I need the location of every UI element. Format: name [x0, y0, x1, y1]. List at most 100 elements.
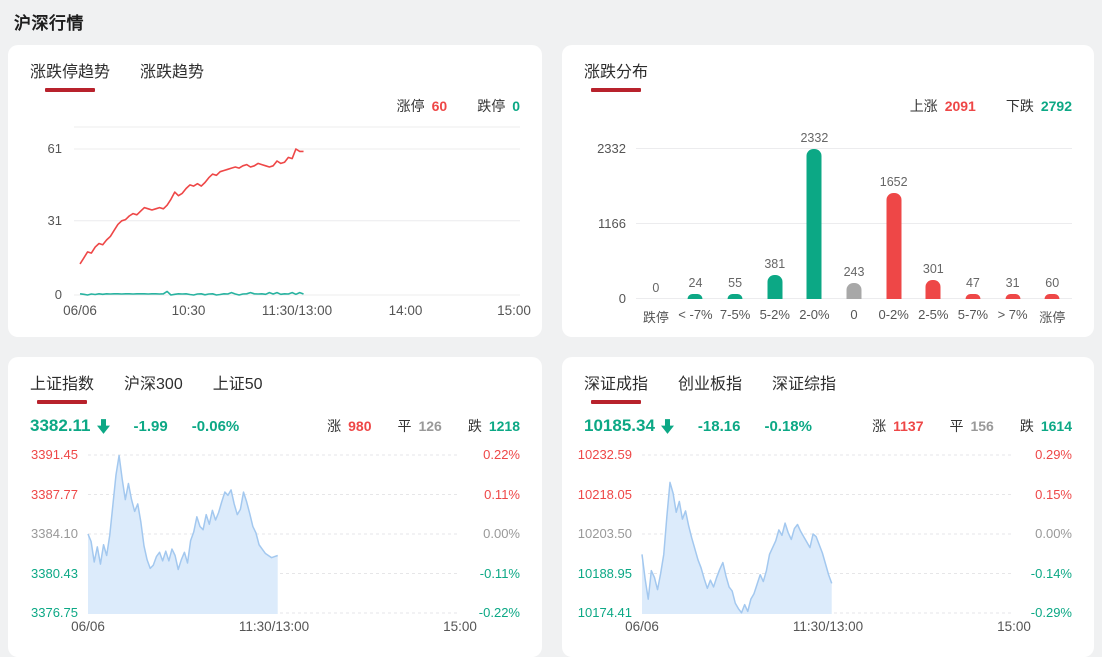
szse-breadth-stats: 涨 1137 平 156 跌 1614	[872, 416, 1072, 436]
distribution-x-axis-labels: 跌停 < -7% 7-5% 5-2% 2-0% 0 0-2% 2-5% 5-7% > 7% 涨停	[636, 307, 1072, 326]
sse-intraday-chart[interactable]: 3391.45 3387.77 3384.10 3380.43 3376.75 0.22…	[30, 447, 520, 644]
stat-跌停: 跌停 0	[477, 96, 520, 116]
szse-index-value: 10185.34	[584, 416, 655, 435]
stat-涨: 涨 980	[327, 416, 371, 436]
bar-column-5-7%: 47	[953, 129, 993, 299]
bar-column-< -7%: 24	[676, 129, 716, 299]
bar	[1005, 294, 1021, 299]
x-tick-label: 06/06	[625, 619, 659, 634]
bar	[727, 294, 743, 299]
stat-label: 下跌	[1005, 98, 1034, 114]
percent-tick-label: -0.22%	[478, 605, 520, 620]
percent-tick-label: 0.00%	[483, 526, 520, 541]
x-category-label: 0	[850, 307, 858, 322]
tab-上证50[interactable]: 上证50	[213, 370, 263, 404]
tab-label: 上证指数	[30, 376, 95, 393]
stat-value: 2792	[1040, 98, 1072, 114]
stat-label: 涨	[872, 418, 887, 434]
szse-area-chart[interactable]	[641, 454, 1014, 614]
bar-value-label: 2332	[800, 131, 829, 145]
stat-下跌: 下跌 2792	[1006, 96, 1072, 116]
x-tick-label: 06/06	[63, 303, 97, 318]
bar	[687, 294, 703, 299]
stat-label: 跌	[467, 418, 482, 434]
stat-value: 0	[512, 98, 520, 114]
y-tick-label: 0	[618, 291, 626, 306]
bar	[1044, 294, 1060, 299]
szse-price-axis-labels: 10232.59 10218.05 10203.50 10188.95 10174.41	[578, 447, 640, 620]
tab-涨跌停趋势[interactable]: 涨跌停趋势	[30, 58, 110, 92]
x-tick-label: 15:00	[497, 303, 531, 318]
bar-column-跌停: 0	[636, 129, 676, 299]
sse-index-change: -1.99	[133, 417, 168, 435]
tab-上证指数[interactable]: 上证指数	[30, 370, 94, 404]
distribution-bars[interactable]: 0 24 55 381 2332 243 1652 301 47 31 60	[636, 129, 1072, 299]
bar-column-0-2%: 1652	[874, 129, 914, 299]
tab-label: 沪深300	[124, 376, 183, 393]
bar-value-label: 1652	[879, 174, 908, 189]
tab-深证成指[interactable]: 深证成指	[584, 370, 648, 404]
x-category-label: < -7%	[678, 307, 713, 322]
x-category-label: 涨停	[1039, 310, 1066, 325]
szse-plot-area[interactable]	[641, 454, 1014, 614]
x-tick-label: 11:30/13:00	[238, 619, 310, 634]
bar-value-label: 55	[728, 276, 743, 290]
stat-label: 平	[397, 418, 412, 434]
bar	[925, 279, 941, 299]
stat-value: 1137	[893, 418, 924, 434]
bar	[806, 149, 822, 299]
limit-trend-chart[interactable]: 61 31 0 06/06 10:30 11:30/13:00 14:00 15:00	[30, 125, 531, 325]
bar	[886, 192, 902, 299]
bar-columns: 0 24 55 381 2332 243 1652 301 47 31 60	[636, 129, 1072, 299]
percent-tick-label: -0.14%	[1030, 565, 1072, 581]
down-arrow-icon	[96, 418, 110, 434]
sse-price-axis-labels: 3391.45 3387.77 3384.10 3380.43 3376.75	[30, 447, 86, 620]
distribution-plot-area[interactable]: 0 24 55 381 2332 243 1652 301 47 31 60 跌停 < -7% 7-5%…	[636, 129, 1072, 326]
panels-grid: 涨跌停趋势 涨跌趋势 涨停 60 跌停 0 61 31 0 06/06 10:30 11:30/…	[8, 45, 1094, 657]
sse-tabs: 上证指数 沪深300 上证50	[30, 370, 520, 404]
stat-value: 126	[418, 418, 442, 434]
szse-intraday-chart[interactable]: 10232.59 10218.05 10203.50 10188.95 10174.41…	[578, 447, 1072, 644]
trend-plot-area[interactable]	[74, 125, 520, 297]
tab-沪深300[interactable]: 沪深300	[124, 370, 183, 404]
distribution-stats: 上涨 2091 下跌 2792	[584, 95, 1072, 117]
stat-平: 平 126	[397, 416, 441, 436]
distribution-y-axis-labels: 2332 1166 0	[584, 129, 636, 306]
bar-column-2-5%: 301	[913, 129, 953, 299]
stat-跌: 跌 1218	[468, 416, 520, 436]
price-tick-label: 3387.77	[31, 486, 78, 502]
tab-label: 涨跌分布	[584, 64, 649, 81]
y-tick-label: 61	[47, 141, 62, 156]
sse-percent-axis-labels: 0.22% 0.11% 0.00% -0.11% -0.22%	[462, 447, 520, 620]
szse-index-change: -18.16	[697, 417, 741, 435]
distribution-tabs: 涨跌分布	[584, 58, 1072, 92]
active-tab-underline	[591, 88, 641, 92]
bar-value-label: 60	[1045, 276, 1060, 290]
szse-index-change-percent: -0.18%	[764, 417, 812, 435]
stat-value: 60	[431, 98, 448, 114]
bar	[767, 274, 783, 299]
stat-label: 跌停	[477, 98, 506, 114]
sse-index-change-percent: -0.06%	[191, 417, 240, 435]
bar-column-0: 243	[834, 129, 874, 299]
x-category-label: 2-0%	[799, 307, 830, 322]
distribution-chart[interactable]: 2332 1166 0 0 24 55 381 2332 243 1652 301 47 31 60 跌…	[584, 129, 1072, 326]
x-tick-label: 06/06	[71, 619, 105, 634]
stat-涨: 涨 1137	[872, 416, 923, 436]
trend-line-chart[interactable]	[74, 125, 520, 297]
sse-plot-area[interactable]	[87, 454, 460, 614]
bar	[965, 294, 981, 299]
bar-value-label: 301	[922, 261, 944, 276]
tab-label: 深证综指	[772, 376, 837, 393]
tab-label: 涨跌停趋势	[30, 64, 111, 81]
tab-涨跌趋势[interactable]: 涨跌趋势	[140, 58, 204, 92]
tab-深证综指[interactable]: 深证综指	[772, 370, 836, 404]
tab-创业板指[interactable]: 创业板指	[678, 370, 742, 404]
szse-tabs: 深证成指 创业板指 深证综指	[584, 370, 1072, 404]
sse-index-value: 3382.11	[30, 416, 91, 435]
szse-quote-row: 10185.34 -18.16 -0.18% 涨 1137 平 156 跌 1614	[584, 413, 1072, 439]
stat-label: 平	[949, 418, 964, 434]
stat-label: 涨	[327, 418, 342, 434]
sse-area-chart[interactable]	[87, 454, 460, 614]
tab-涨跌分布[interactable]: 涨跌分布	[584, 58, 648, 92]
